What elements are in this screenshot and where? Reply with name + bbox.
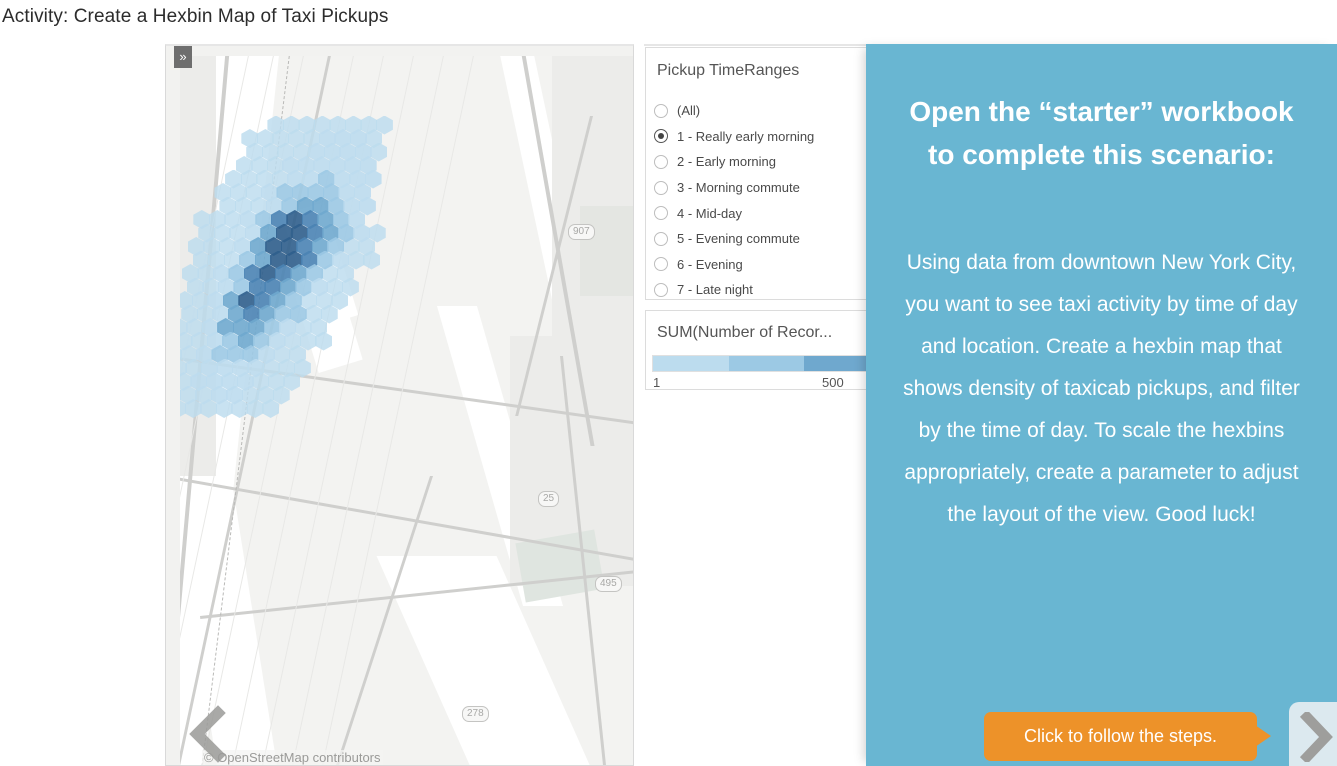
radio-icon <box>654 282 668 297</box>
radio-icon <box>654 129 668 144</box>
legend-title: SUM(Number of Recor... <box>657 324 833 341</box>
overlay-body-text: Using data from downtown New York City, … <box>903 251 1300 526</box>
road-shield-label: 907 <box>573 226 590 237</box>
radio-icon <box>654 103 668 118</box>
radio-icon <box>654 206 668 221</box>
overlay-heading: Open the “starter” workbook to complete … <box>909 96 1294 170</box>
filter-option-label: 4 - Mid-day <box>677 205 743 221</box>
filter-option-label: 3 - Morning commute <box>677 180 800 196</box>
road-shield: 25 <box>538 491 560 507</box>
filter-option-label: 2 - Early morning <box>677 154 776 170</box>
map-attribution[interactable]: © OpenStreetMap contributors <box>202 750 383 765</box>
filter-option-label: 6 - Evening <box>677 256 743 272</box>
cta-pointer-triangle <box>1255 725 1271 747</box>
next-slide-button[interactable] <box>1289 702 1337 766</box>
screen-root: Activity: Create a Hexbin Map of Taxi Pi… <box>0 0 1337 766</box>
previous-slide-button[interactable] <box>188 705 228 763</box>
filter-option-label: 7 - Late night <box>677 282 753 298</box>
road-shield: 907 <box>568 224 595 240</box>
radio-icon <box>654 231 668 246</box>
filter-option-label: (All) <box>677 103 701 119</box>
page-title: Activity: Create a Hexbin Map of Taxi Pi… <box>2 6 389 27</box>
road-shield-label: 495 <box>600 578 617 589</box>
road-shield: 278 <box>462 706 489 722</box>
follow-steps-button[interactable]: Click to follow the steps. <box>984 712 1257 761</box>
collapse-panel-toggle[interactable]: » <box>174 46 192 68</box>
chevron-left-icon <box>189 705 226 763</box>
map-park-queens <box>580 206 633 296</box>
radio-icon <box>654 154 668 169</box>
legend-min-label: 1 <box>653 375 661 390</box>
filter-option-label: 5 - Evening commute <box>677 231 800 247</box>
map-canvas[interactable]: 907 25 495 278 © OpenStreetMap contribut… <box>180 56 633 765</box>
filter-option-label: 1 - Really early morning <box>677 128 815 144</box>
road-shield-label: 25 <box>543 493 555 504</box>
road-shield-label: 278 <box>467 708 484 719</box>
legend-max-label: 500 <box>822 375 844 390</box>
filter-title: Pickup TimeRanges <box>657 62 800 79</box>
legend-swatch-1 <box>728 356 805 371</box>
road-shield: 495 <box>595 576 622 592</box>
instruction-overlay: Open the “starter” workbook to complete … <box>866 44 1337 766</box>
legend-swatch-0 <box>653 356 729 371</box>
radio-icon <box>654 257 668 272</box>
chevron-right-icon <box>1299 712 1333 762</box>
cta-callout: Click to follow the steps. <box>984 712 1279 761</box>
map-panel[interactable]: 907 25 495 278 © OpenStreetMap contribut… <box>165 44 634 766</box>
radio-icon <box>654 180 668 195</box>
